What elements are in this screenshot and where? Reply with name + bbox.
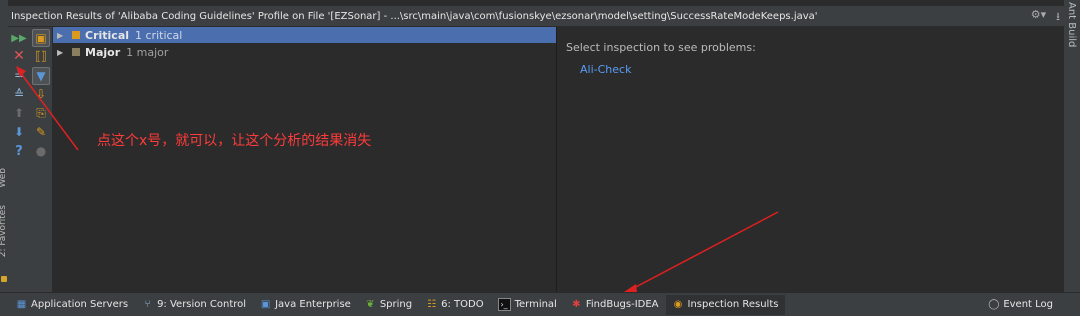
- tab-label: Inspection Results: [687, 299, 779, 310]
- tree-row-label: Major: [85, 45, 121, 59]
- expand-arrow-icon[interactable]: ▶: [57, 31, 65, 40]
- select-inspection-prompt: Select inspection to see problems:: [566, 41, 756, 54]
- next-occurrence-icon[interactable]: ⬇: [11, 124, 27, 140]
- tool-window-title: Inspection Results of 'Alibaba Coding Gu…: [11, 10, 818, 22]
- tab-label: Java Enterprise: [275, 299, 351, 310]
- hide-panel-icon[interactable]: ⭳: [1056, 8, 1060, 27]
- tree-row-critical[interactable]: ▶ Critical 1 critical: [53, 27, 556, 43]
- expand-all-icon[interactable]: ≚: [11, 67, 27, 83]
- spring-leaf-icon: ❦: [366, 299, 375, 310]
- filter-icon[interactable]: ▼: [32, 67, 50, 85]
- inspection-results-tree: ▶ Critical 1 critical ▶ Major 1 major: [53, 27, 556, 292]
- tab-java-enterprise[interactable]: ▣ Java Enterprise: [253, 295, 358, 315]
- tab-label: 6: TODO: [441, 299, 484, 310]
- todo-icon: ☷: [427, 299, 437, 310]
- tree-row-major[interactable]: ▶ Major 1 major: [53, 44, 556, 60]
- settings-gear-icon[interactable]: ⚙▾: [1031, 8, 1046, 27]
- tab-inspection-results[interactable]: ◉ Inspection Results: [665, 294, 786, 315]
- tab-findbugs[interactable]: ✱ FindBugs-IDEA: [564, 295, 666, 315]
- edit-settings-icon[interactable]: ✎: [33, 124, 49, 140]
- tab-application-servers[interactable]: ▦ Application Servers: [9, 295, 135, 315]
- ant-build-panel-label[interactable]: Ant Build: [1066, 2, 1077, 47]
- favorites-star-icon: [1, 276, 7, 282]
- close-icon[interactable]: ✕: [11, 48, 27, 64]
- severity-major-icon: [72, 48, 80, 56]
- tab-label: Spring: [379, 299, 413, 310]
- tab-todo[interactable]: ☷ 6: TODO: [419, 295, 490, 315]
- severity-critical-icon: [72, 31, 80, 39]
- previous-occurrence-icon[interactable]: ⬆: [11, 105, 27, 121]
- tab-label: 9: Version Control: [157, 299, 247, 310]
- collapse-all-icon[interactable]: ≙: [11, 86, 27, 102]
- rerun-icon[interactable]: ▶▶: [11, 30, 27, 46]
- export-icon[interactable]: ⇩: [33, 86, 49, 102]
- right-tool-strip: Ant Build: [1063, 0, 1080, 292]
- java-ee-icon: ▣: [260, 299, 271, 310]
- tab-label: Application Servers: [31, 299, 129, 310]
- group-by-directory-icon[interactable]: ⟦⟧: [33, 48, 49, 64]
- annotation-text: 点这个x号，就可以，让这个分析的结果消失: [97, 133, 372, 149]
- event-log-icon: ◯: [988, 299, 1000, 310]
- tree-row-label: Critical: [85, 28, 130, 42]
- quick-fix-bulb-icon[interactable]: ●: [33, 143, 49, 159]
- tool-window-bar: ▦ Application Servers ⑂ 9: Version Contr…: [0, 292, 1080, 316]
- server-icon: ▦: [16, 299, 27, 310]
- tab-terminal[interactable]: ›_ Terminal: [491, 295, 564, 315]
- terminal-icon: ›_: [497, 298, 511, 311]
- tab-label: Terminal: [514, 299, 557, 310]
- event-log-label: Event Log: [1003, 299, 1053, 310]
- autoscroll-icon[interactable]: ⎘: [33, 105, 49, 121]
- ali-check-link[interactable]: Ali-Check: [580, 63, 631, 76]
- tool-window-title-bar: Inspection Results of 'Alibaba Coding Gu…: [8, 6, 1064, 27]
- title-bar-tools: ⚙▾ ⭳: [1031, 8, 1060, 27]
- inspection-icon: ◉: [673, 299, 683, 310]
- tab-label: FindBugs-IDEA: [585, 299, 659, 310]
- tab-spring[interactable]: ❦ Spring: [358, 295, 419, 315]
- inspection-toolbar-primary: ▶▶ ✕ ≚ ≙ ⬆ ⬇ ?: [8, 27, 30, 292]
- tab-version-control[interactable]: ⑂ 9: Version Control: [135, 295, 253, 315]
- bug-icon: ✱: [572, 299, 581, 310]
- event-log-button[interactable]: ◯ Event Log: [981, 295, 1060, 315]
- group-by-severity-icon[interactable]: ▣: [32, 29, 50, 47]
- help-icon[interactable]: ?: [11, 143, 27, 159]
- inspection-detail-pane: Select inspection to see problems: Ali-C…: [557, 27, 1064, 292]
- tree-row-count: 1 major: [126, 45, 169, 59]
- tree-row-count: 1 critical: [135, 28, 183, 42]
- inspection-toolbar-secondary: ▣ ⟦⟧ ▼ ⇩ ⎘ ✎ ●: [30, 27, 53, 292]
- vcs-icon: ⑂: [144, 299, 151, 310]
- expand-arrow-icon[interactable]: ▶: [57, 48, 65, 57]
